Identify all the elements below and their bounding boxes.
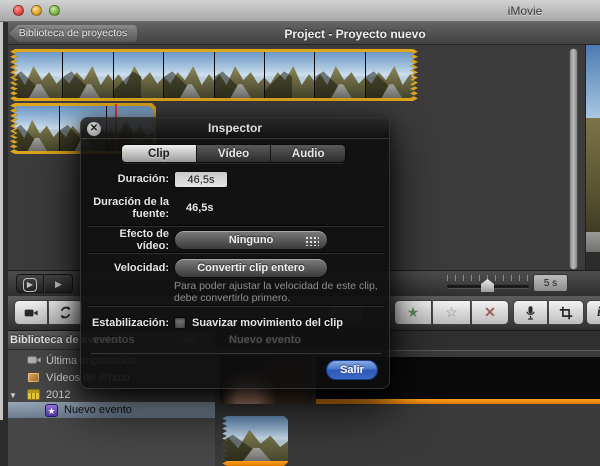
window-close-button[interactable] — [13, 5, 24, 16]
effects-grid-icon — [305, 235, 319, 246]
convert-clip-button[interactable]: Convertir clip entero — [174, 257, 328, 278]
tab-audio[interactable]: Audio — [271, 145, 345, 162]
microphone-icon — [526, 305, 535, 320]
camera-icon — [27, 356, 41, 364]
clip-thumbnail — [63, 52, 112, 98]
inspector-dialog: Inspector ✕ Clip Vídeo Audio Duración: 4… — [80, 117, 390, 389]
sidebar-item-new-event[interactable]: ★ Nuevo evento — [0, 402, 215, 418]
camera-icon — [24, 309, 38, 316]
inspector-bottom-separator — [91, 353, 381, 354]
clip-thumbnail — [114, 52, 163, 98]
video-effect-button[interactable]: Ninguno — [174, 229, 328, 250]
source-duration-value: 46,5s — [186, 202, 214, 214]
marked-range-bar — [222, 461, 288, 466]
clip-thumbnail — [164, 52, 213, 98]
mark-favorite-button[interactable]: ★ — [394, 300, 432, 325]
tab-video[interactable]: Vídeo — [196, 145, 272, 162]
background-window-edge-highlight — [0, 22, 3, 420]
source-duration-label: Duración de la fuente: — [93, 196, 169, 220]
window-title: iMovie — [507, 4, 543, 18]
zoom-value-badge: 5 s — [533, 274, 568, 292]
project-library-back-button[interactable]: Biblioteca de proyectos — [9, 25, 137, 42]
sidebar-item-2012[interactable]: ▼ 2012 — [0, 387, 215, 403]
clip-thumbnail — [13, 106, 59, 151]
voiceover-button[interactable] — [513, 300, 548, 325]
dimmed-events-text: eventos — [93, 334, 135, 346]
play-fullscreen-icon: ▶ — [22, 278, 38, 292]
inspector-title: Inspector — [81, 118, 389, 139]
photo-icon — [27, 372, 40, 383]
inspector-info-button[interactable]: i — [586, 300, 600, 325]
duration-label: Duración: — [117, 173, 169, 185]
window-titlebar: iMovie — [0, 0, 600, 22]
project-scrollbar[interactable] — [569, 48, 578, 270]
reject-x-icon: ✕ — [484, 304, 496, 320]
video-effect-label: Efecto de vídeo: — [119, 227, 169, 252]
unmark-button[interactable]: ☆ — [433, 300, 471, 325]
speed-help-text: Para poder ajustar la velocidad de este … — [174, 280, 378, 304]
inspector-close-button[interactable]: ✕ — [87, 122, 101, 136]
crop-button[interactable] — [549, 300, 584, 325]
clip-thumbnail — [13, 52, 62, 98]
project-header: Biblioteca de proyectos Project - Proyec… — [0, 22, 600, 45]
viewer-preview — [585, 45, 600, 270]
window-zoom-button[interactable] — [49, 5, 60, 16]
exit-button[interactable]: Salir — [326, 360, 378, 380]
play-icon: ▶ — [55, 279, 62, 289]
imovie-window: iMovie Biblioteca de proyectos Project -… — [0, 0, 600, 466]
play-button[interactable]: ▶ — [45, 274, 73, 293]
clip-thumbnail — [366, 52, 415, 98]
stabilization-label: Estabilización: — [91, 316, 169, 329]
favorite-star-icon: ★ — [406, 304, 420, 320]
project-clip-strip-1[interactable] — [10, 49, 418, 101]
dimmed-event-header-text: Nuevo evento — [229, 334, 302, 346]
swap-events-projects-button[interactable] — [49, 300, 83, 325]
stabilization-option-label: Suavizar movimiento del clip — [192, 316, 343, 329]
clip-thumbnail — [215, 52, 264, 98]
duration-input[interactable]: 46,5s — [174, 170, 228, 188]
tab-clip[interactable]: Clip — [122, 145, 197, 162]
import-camera-button[interactable] — [14, 300, 48, 325]
inspector-tabs: Clip Vídeo Audio — [121, 144, 346, 163]
clip-thumbnail — [315, 52, 364, 98]
reject-button[interactable]: ✕ — [472, 300, 509, 325]
play-fullscreen-button[interactable]: ▶ — [16, 274, 44, 293]
calendar-icon — [27, 389, 40, 400]
window-minimize-button[interactable] — [31, 5, 42, 16]
clip-thumbnail — [222, 416, 288, 461]
stabilization-checkbox[interactable] — [174, 316, 186, 329]
marked-range-bar — [316, 399, 600, 404]
speed-label: Velocidad: — [113, 261, 169, 274]
sync-arrows-icon — [60, 306, 71, 319]
event-clip-strip-2[interactable] — [222, 416, 288, 466]
star-icon: ★ — [45, 404, 58, 417]
unrate-star-icon: ☆ — [445, 304, 458, 320]
project-title: Project - Proyecto nuevo — [284, 27, 426, 41]
crop-icon — [559, 306, 573, 319]
clip-thumbnail — [265, 52, 314, 98]
